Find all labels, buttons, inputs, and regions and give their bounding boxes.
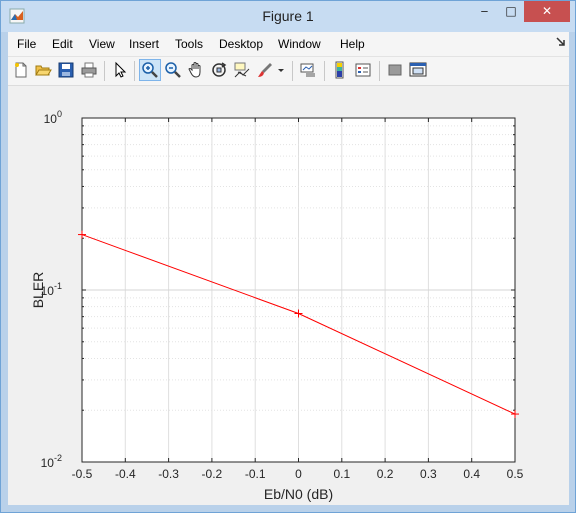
- legend-icon[interactable]: [353, 60, 373, 80]
- rotate-3d-icon[interactable]: [209, 60, 229, 80]
- menu-edit[interactable]: Edit: [52, 32, 73, 56]
- minimize-button[interactable]: ‒: [471, 1, 498, 22]
- brush-icon[interactable]: [255, 60, 275, 80]
- x-tick-label: 0.5: [507, 467, 524, 481]
- link-plot-icon[interactable]: [298, 60, 318, 80]
- title-bar[interactable]: Figure 1 ‒ □ ✕: [1, 1, 575, 32]
- save-icon[interactable]: [56, 60, 76, 80]
- pointer-icon[interactable]: [110, 60, 130, 80]
- new-figure-icon[interactable]: [11, 60, 31, 80]
- zoom-in-icon[interactable]: [139, 59, 161, 81]
- dock-arrow-icon[interactable]: [556, 37, 566, 47]
- toolbar-separator: [379, 61, 380, 81]
- x-tick-label: 0.2: [377, 467, 394, 481]
- x-tick-label: -0.5: [72, 467, 93, 481]
- bler-plot[interactable]: -0.5 -0.4 -0.3 -0.2 -0.1 0 0.1 0.2 0.3 0.4 0.5 10-…: [8, 86, 569, 505]
- x-tick-label: -0.2: [202, 467, 223, 481]
- x-tick-label: -0.3: [158, 467, 179, 481]
- data-cursor-icon[interactable]: [232, 60, 252, 80]
- toolbar: [8, 57, 569, 86]
- menu-window[interactable]: Window: [278, 32, 321, 56]
- menu-file[interactable]: File: [17, 32, 36, 56]
- menu-help[interactable]: Help: [340, 32, 365, 56]
- x-tick-label: 0.1: [333, 467, 350, 481]
- maximize-button[interactable]: □: [498, 1, 524, 22]
- toolbar-separator: [134, 61, 135, 81]
- y-tick-label: 10-2: [41, 453, 62, 470]
- menu-view[interactable]: View: [89, 32, 115, 56]
- figure-canvas: -0.5 -0.4 -0.3 -0.2 -0.1 0 0.1 0.2 0.3 0.4 0.5 10-…: [8, 86, 569, 505]
- x-tick-label: -0.4: [115, 467, 136, 481]
- figure-window: Figure 1 ‒ □ ✕ File Edit View Insert Too…: [0, 0, 576, 513]
- colorbar-icon[interactable]: [330, 60, 350, 80]
- x-tick-label: 0.3: [420, 467, 437, 481]
- menu-tools[interactable]: Tools: [175, 32, 203, 56]
- close-button[interactable]: ✕: [524, 1, 570, 22]
- brush-dropdown-icon[interactable]: [276, 60, 286, 80]
- pan-icon[interactable]: [186, 60, 206, 80]
- open-file-icon[interactable]: [33, 60, 53, 80]
- show-plot-tools-icon[interactable]: [408, 60, 428, 80]
- menu-desktop[interactable]: Desktop: [219, 32, 263, 56]
- y-axis-label: BLER: [30, 272, 46, 309]
- toolbar-separator: [324, 61, 325, 81]
- toolbar-separator: [104, 61, 105, 81]
- x-tick-label: 0.4: [463, 467, 480, 481]
- zoom-out-icon[interactable]: [163, 60, 183, 80]
- print-icon[interactable]: [79, 60, 99, 80]
- y-tick-label: 100: [44, 109, 62, 126]
- menu-bar: File Edit View Insert Tools Desktop Wind…: [8, 32, 569, 57]
- x-tick-label: -0.1: [245, 467, 266, 481]
- hide-plot-tools-icon[interactable]: [385, 60, 405, 80]
- menu-insert[interactable]: Insert: [129, 32, 159, 56]
- x-axis-label: Eb/N0 (dB): [264, 486, 333, 502]
- toolbar-separator: [292, 61, 293, 81]
- x-tick-label: 0: [295, 467, 302, 481]
